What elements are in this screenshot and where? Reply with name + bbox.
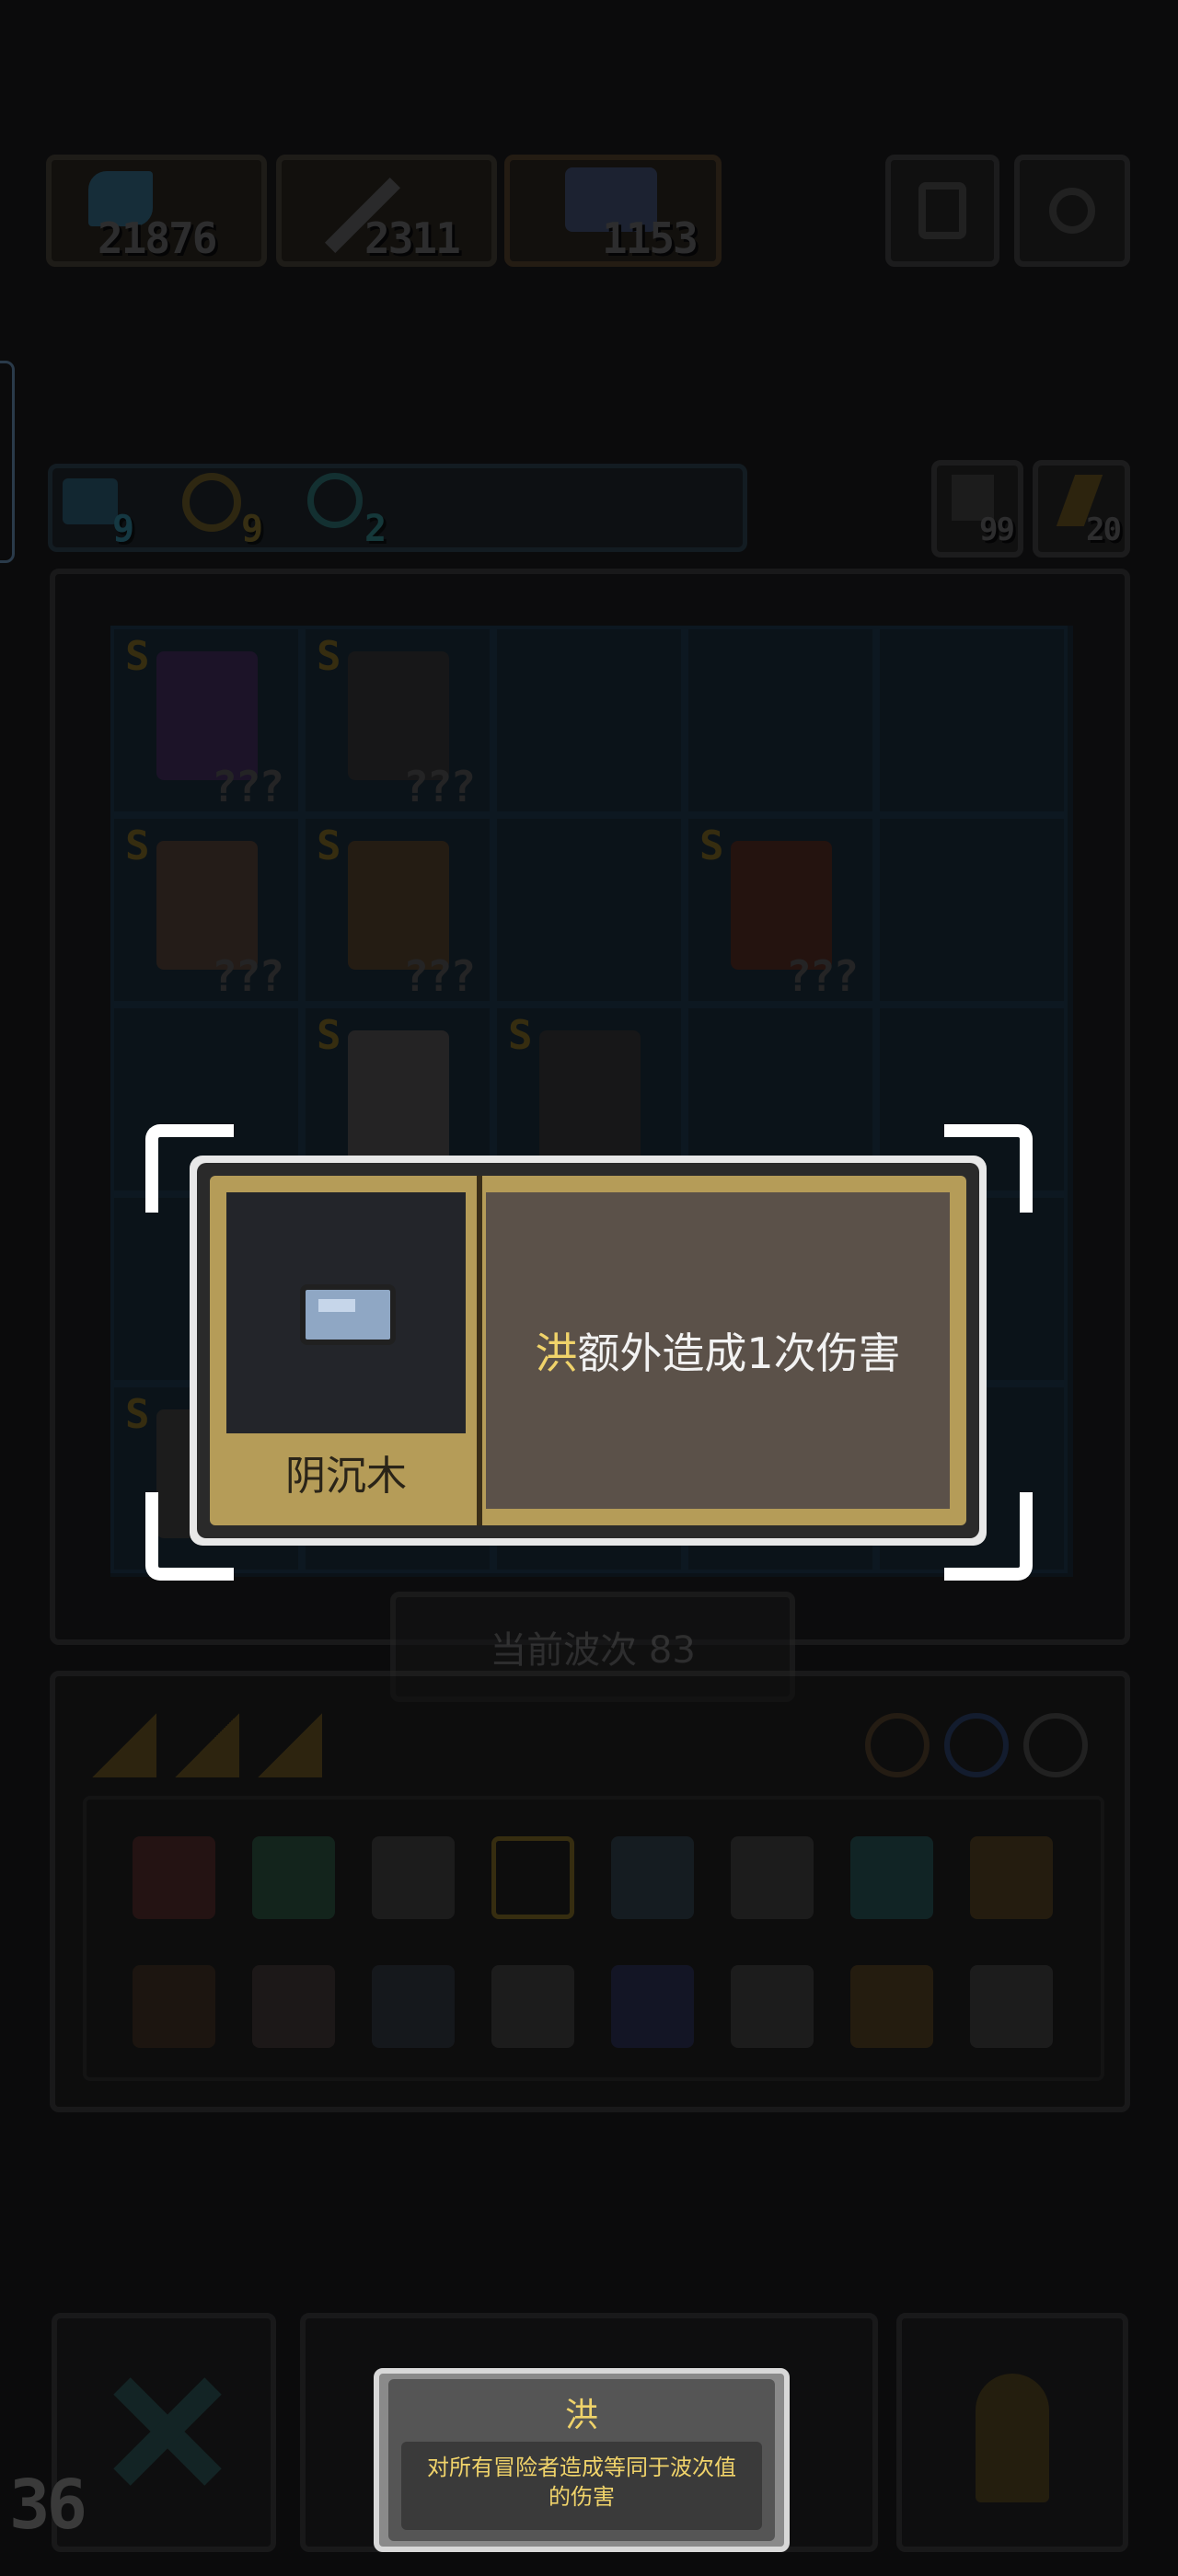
wood-item-highlight <box>318 1299 355 1312</box>
hero-unit[interactable]: S ??? <box>120 822 304 1003</box>
item-slot[interactable] <box>731 1836 814 1919</box>
rank-badge: S <box>125 822 150 869</box>
item-slot[interactable] <box>850 1965 933 2048</box>
clock-icon <box>307 473 363 528</box>
item-slot[interactable] <box>970 1836 1053 1919</box>
item-name: 阴沉木 <box>285 1453 407 1500</box>
settings-button[interactable] <box>1014 155 1130 267</box>
right-buff-a-count: 99 <box>979 512 1015 548</box>
hero-unit[interactable]: S ??? <box>311 633 495 813</box>
hero-sprite <box>348 841 449 970</box>
inventory-panel <box>50 1671 1130 2112</box>
sort-icon[interactable] <box>944 1713 1009 1777</box>
grid-cell[interactable] <box>493 626 685 815</box>
sword-resource: 2311 <box>276 155 497 267</box>
item-slot[interactable] <box>372 1965 455 2048</box>
hero-unit[interactable]: S ??? <box>120 633 304 813</box>
hero-resource: 1153 <box>504 155 722 267</box>
rank-badge: S <box>125 1391 150 1438</box>
item-effect: 洪额外造成1次伤害 <box>486 1192 950 1509</box>
grid-cell[interactable] <box>685 626 876 815</box>
wing-icon <box>63 478 118 524</box>
item-slot[interactable] <box>133 1836 215 1919</box>
info-icon[interactable] <box>1023 1713 1088 1777</box>
coin-icon <box>182 473 241 532</box>
popup-divider <box>477 1176 482 1525</box>
wood-item-icon <box>300 1284 396 1345</box>
rank-badge: S <box>317 633 341 680</box>
hero-unit[interactable]: S ??? <box>694 822 878 1003</box>
grid-cell[interactable] <box>493 815 685 1005</box>
hero-sprite <box>539 1030 641 1168</box>
hero-level-unknown: ??? <box>403 762 476 811</box>
buff-b-count: 9 <box>241 508 263 550</box>
effect-highlight: 洪 <box>535 1328 578 1378</box>
hero-count: 1153 <box>602 213 699 263</box>
hero-sprite <box>156 841 258 970</box>
item-slot[interactable] <box>252 1836 335 1919</box>
skill-tooltip[interactable]: 洪 对所有冒险者造成等同于波次值的伤害 <box>374 2368 790 2552</box>
item-slot[interactable] <box>611 1965 694 2048</box>
gear-icon <box>1049 188 1095 234</box>
effect-text: 额外造成1次伤害 <box>577 1328 901 1378</box>
corner-counter: 36 <box>9 2466 87 2545</box>
right-buff-b[interactable]: 20 <box>1033 460 1130 558</box>
category-tab[interactable] <box>92 1713 156 1777</box>
category-tab[interactable] <box>258 1713 322 1777</box>
buff-a-count: 9 <box>112 508 134 550</box>
hero-level-unknown: ??? <box>212 951 284 1001</box>
cancel-button[interactable] <box>52 2313 276 2552</box>
filter-icon[interactable] <box>865 1713 930 1777</box>
sword-count: 2311 <box>364 213 461 263</box>
item-slot[interactable] <box>372 1836 455 1919</box>
hero-sprite <box>731 841 832 970</box>
item-slot[interactable] <box>133 1965 215 2048</box>
grid-cell[interactable] <box>876 626 1068 815</box>
buff-c[interactable]: 2 <box>293 464 403 559</box>
gem-resource: 21876 <box>46 155 267 267</box>
rank-badge: S <box>317 822 341 869</box>
item-grid <box>83 1796 1104 2081</box>
hero-level-unknown: ??? <box>786 951 859 1001</box>
item-slot[interactable] <box>850 1836 933 1919</box>
right-buff-b-count: 20 <box>1086 512 1122 548</box>
item-slot[interactable] <box>731 1965 814 2048</box>
right-buff-a[interactable]: 99 <box>931 460 1023 558</box>
category-tab[interactable] <box>175 1713 239 1777</box>
hero-button[interactable] <box>896 2313 1128 2552</box>
item-slot[interactable] <box>611 1836 694 1919</box>
hero-level-unknown: ??? <box>212 762 284 811</box>
rank-badge: S <box>317 1012 341 1059</box>
hero-sprite <box>348 1030 449 1168</box>
buff-b[interactable]: 9 <box>167 464 285 559</box>
hero-sprite <box>156 651 258 780</box>
item-slot[interactable] <box>252 1965 335 2048</box>
gem-count: 21876 <box>98 213 217 263</box>
grid-cell[interactable] <box>876 815 1068 1005</box>
hero-level-unknown: ??? <box>403 951 476 1001</box>
tooltip-title: 洪 <box>564 2397 598 2434</box>
item-slot[interactable] <box>491 1965 574 2048</box>
question-icon <box>918 182 966 239</box>
buff-a[interactable]: 9 <box>52 464 160 559</box>
pawn-icon <box>976 2374 1049 2502</box>
item-slot[interactable] <box>970 1965 1053 2048</box>
help-button[interactable] <box>885 155 999 267</box>
wave-label: 当前波次 83 <box>490 1629 696 1672</box>
item-detail-popup[interactable]: 阴沉木 洪额外造成1次伤害 <box>190 1156 987 1546</box>
hero-sprite <box>348 651 449 780</box>
rank-badge: S <box>699 822 724 869</box>
popup-body: 阴沉木 洪额外造成1次伤害 <box>210 1176 966 1525</box>
tooltip-body: 对所有冒险者造成等同于波次值的伤害 <box>401 2442 762 2530</box>
buff-c-count: 2 <box>364 508 387 550</box>
rank-badge: S <box>125 633 150 680</box>
item-slot[interactable] <box>491 1836 574 1919</box>
side-tab[interactable] <box>0 361 15 563</box>
hero-unit[interactable]: S ??? <box>311 822 495 1003</box>
rank-badge: S <box>508 1012 533 1059</box>
item-image-slot <box>226 1192 466 1433</box>
